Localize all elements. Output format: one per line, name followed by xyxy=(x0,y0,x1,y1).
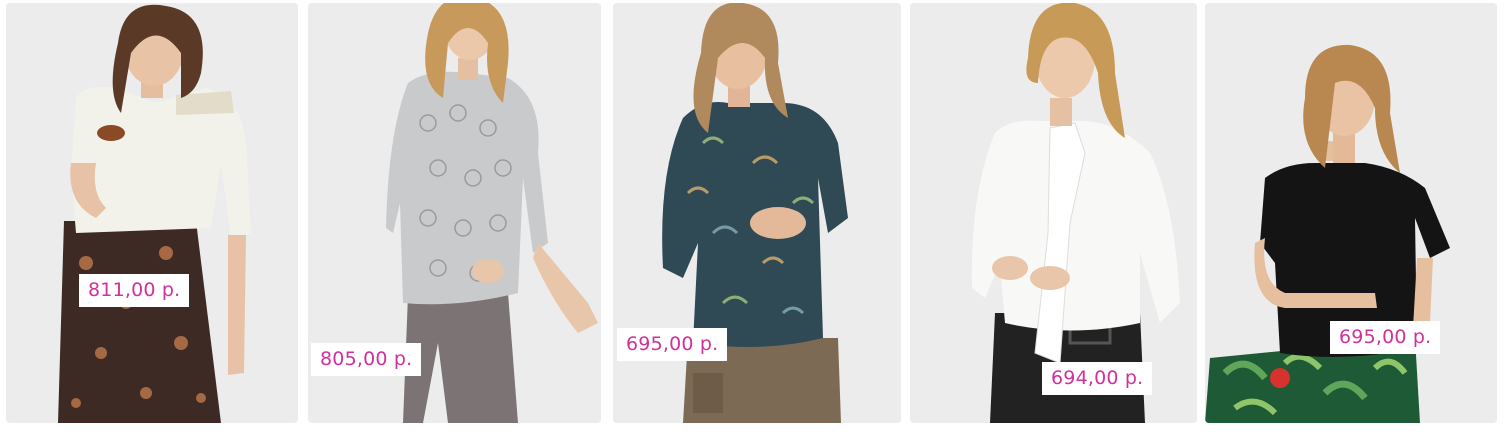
product-card[interactable]: 811,00 р. xyxy=(6,3,298,423)
product-price[interactable]: 695,00 р. xyxy=(1330,321,1441,354)
product-card[interactable]: 694,00 р. xyxy=(910,3,1197,423)
product-card[interactable]: 695,00 р. xyxy=(1205,3,1497,423)
product-price[interactable]: 694,00 р. xyxy=(1042,362,1153,395)
product-photo[interactable] xyxy=(910,3,1197,423)
product-card[interactable]: 695,00 р. xyxy=(613,3,901,423)
product-card[interactable]: 805,00 р. xyxy=(308,3,601,423)
product-image-row: 811,00 р. 805,00 р. 695,00 р. 694,00 р. … xyxy=(0,0,1505,437)
product-price[interactable]: 811,00 р. xyxy=(79,274,190,307)
product-photo[interactable] xyxy=(1205,3,1497,423)
product-price[interactable]: 805,00 р. xyxy=(311,343,422,376)
product-photo[interactable] xyxy=(6,3,298,423)
product-price[interactable]: 695,00 р. xyxy=(617,328,728,361)
